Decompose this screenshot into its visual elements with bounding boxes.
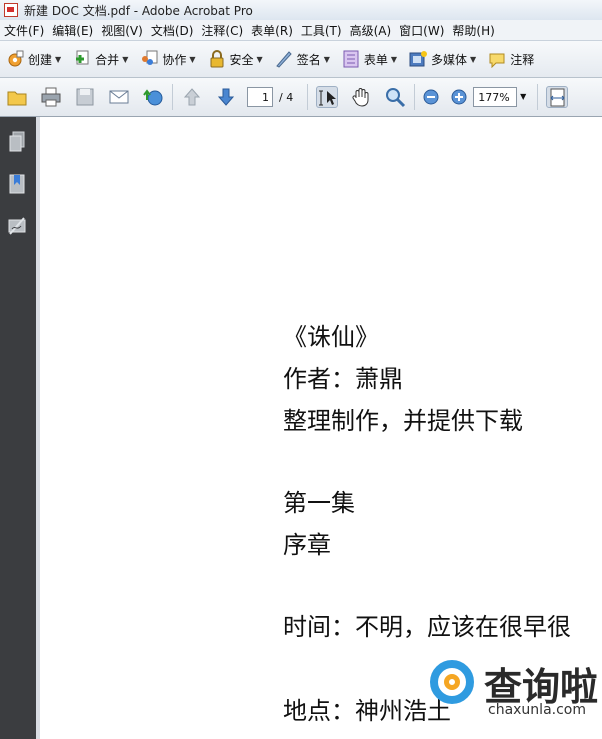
book-title: 《诛仙》 <box>283 323 379 351</box>
save-icon[interactable] <box>74 86 96 108</box>
create-button[interactable]: 创建 ▼ <box>0 45 67 73</box>
menu-edit[interactable]: 编辑(E) <box>48 22 97 39</box>
separator <box>414 84 416 110</box>
sign-label: 签名 <box>296 52 321 67</box>
menu-advanced[interactable]: 高级(A) <box>346 22 396 39</box>
next-page-icon[interactable] <box>215 86 237 108</box>
chevron-down-icon: ▼ <box>122 54 129 64</box>
zoom-dropdown-icon[interactable]: ▼ <box>517 87 529 107</box>
chevron-down-icon: ▼ <box>323 54 330 64</box>
place-line: 地点：神州浩土 <box>283 697 451 725</box>
chevron-down-icon: ▼ <box>55 54 62 64</box>
comment-button[interactable]: 注释 <box>482 45 540 73</box>
menu-tools[interactable]: 工具(T) <box>297 22 346 39</box>
menu-window[interactable]: 窗口(W) <box>395 22 448 39</box>
lock-icon <box>208 50 226 68</box>
multimedia-label: 多媒体 <box>431 52 468 67</box>
chevron-down-icon: ▼ <box>390 54 398 64</box>
menu-help[interactable]: 帮助(H) <box>448 22 498 39</box>
collaborate-icon <box>140 50 158 68</box>
comment-label: 注释 <box>510 52 535 67</box>
bookmarks-panel-icon[interactable] <box>8 173 26 195</box>
forms-button[interactable]: 表单 ▼ <box>336 45 403 73</box>
author-line: 作者：萧鼎 <box>283 365 403 393</box>
zoom-in-icon[interactable] <box>451 86 467 108</box>
separator <box>537 84 539 110</box>
separator <box>307 84 309 110</box>
forms-label: 表单 <box>363 52 388 67</box>
time-line: 时间：不明，应该在很早很 <box>283 613 571 641</box>
print-icon[interactable] <box>40 86 62 108</box>
zoom-out-icon[interactable] <box>423 86 439 108</box>
menu-view[interactable]: 视图(V) <box>97 22 147 39</box>
film-icon <box>409 50 428 68</box>
pen-icon <box>275 50 293 68</box>
menu-comments[interactable]: 注释(C) <box>197 22 247 39</box>
menu-file[interactable]: 文件(F) <box>0 22 48 39</box>
title-bar: 新建 DOC 文档.pdf - Adobe Acrobat Pro <box>0 0 602 21</box>
page-count: / 4 <box>279 90 294 104</box>
pdf-app-icon <box>4 3 18 17</box>
comment-bubble-icon <box>488 50 506 69</box>
document-page: 《诛仙》 作者：萧鼎 整理制作，并提供下载 第一集 序章 时间：不明，应该在很早… <box>40 117 602 739</box>
chapter-heading: 序章 <box>283 531 331 559</box>
credit-line: 整理制作，并提供下载 <box>283 407 523 435</box>
combine-button[interactable]: 合并 ▼ <box>67 45 134 73</box>
window-title: 新建 DOC 文档.pdf - Adobe Acrobat Pro <box>24 3 253 18</box>
upload-globe-icon[interactable] <box>142 86 164 108</box>
separator <box>172 84 173 110</box>
menu-forms[interactable]: 表单(R) <box>247 22 297 39</box>
form-icon <box>342 50 360 68</box>
navigation-toolbar: 1 / 4 177% ▼ <box>0 78 602 117</box>
multimedia-button[interactable]: 多媒体 ▼ <box>403 45 482 73</box>
chevron-down-icon: ▼ <box>470 54 477 64</box>
menu-document[interactable]: 文档(D) <box>147 22 198 39</box>
fit-width-icon[interactable] <box>546 86 569 108</box>
secure-button[interactable]: 安全 ▼ <box>202 45 269 73</box>
secure-label: 安全 <box>229 52 254 67</box>
hand-tool-icon[interactable] <box>350 86 372 108</box>
watermark: 查询啦 chaxunla.com <box>428 656 602 739</box>
zoom-level-input[interactable]: 177% <box>473 87 518 107</box>
sign-button[interactable]: 签名 ▼ <box>269 45 336 73</box>
combine-label: 合并 <box>95 52 120 67</box>
previous-page-icon[interactable] <box>181 86 203 108</box>
navigation-pane <box>0 117 36 739</box>
create-gear-icon <box>6 50 24 68</box>
create-label: 创建 <box>28 52 53 67</box>
email-icon[interactable] <box>108 86 130 108</box>
signatures-panel-icon[interactable] <box>8 215 26 237</box>
watermark-logo-icon <box>430 660 474 704</box>
pages-panel-icon[interactable] <box>8 131 26 153</box>
select-tool-icon[interactable] <box>316 86 339 108</box>
menu-bar: 文件(F) 编辑(E) 视图(V) 文档(D) 注释(C) 表单(R) 工具(T… <box>0 20 602 41</box>
collaborate-label: 协作 <box>162 52 187 67</box>
watermark-url: chaxunla.com <box>488 702 586 718</box>
page-number-input[interactable]: 1 <box>247 87 273 107</box>
volume-heading: 第一集 <box>283 489 355 517</box>
chevron-down-icon: ▼ <box>189 54 196 64</box>
task-toolbar: 创建 ▼ 合并 ▼ 协作 ▼ 安全 ▼ 签名 ▼ 表单 ▼ 多媒体 ▼ 注释 <box>0 41 602 78</box>
chevron-down-icon: ▼ <box>256 54 263 64</box>
marquee-zoom-icon[interactable] <box>384 86 406 108</box>
collaborate-button[interactable]: 协作 ▼ <box>134 45 201 73</box>
combine-icon <box>73 50 91 68</box>
open-folder-icon[interactable] <box>6 86 28 108</box>
